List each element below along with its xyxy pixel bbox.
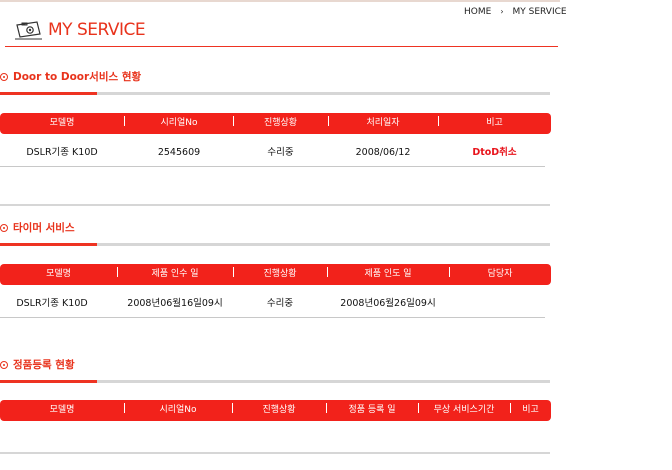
title-bar: MY SERVICE xyxy=(5,18,558,47)
col-model: 모델명 xyxy=(49,118,75,128)
section-rule xyxy=(0,380,550,383)
timer-table-header: 모델명 제품 인수 일 진행상황 제품 인도 일 담당자 xyxy=(0,264,551,285)
col-staff: 담당자 xyxy=(487,269,513,279)
col-free-service-period: 무상 서비스기간 xyxy=(433,405,495,415)
breadcrumb-separator: › xyxy=(500,7,504,16)
col-serial: 시리얼No xyxy=(159,405,197,415)
registration-title: 정품등록 현황 xyxy=(13,359,75,371)
cell-serial: 2545609 xyxy=(157,147,201,158)
col-register-date: 정품 등록 일 xyxy=(348,405,396,415)
registration-heading: 정품등록 현황 xyxy=(0,357,75,373)
col-note: 비고 xyxy=(522,405,539,415)
door-to-door-section: Door to Door서비스 현황 모델명 시리얼No 진행상황 처리일자 비… xyxy=(0,69,560,179)
cell-status: 수리중 xyxy=(266,298,294,309)
camera-icon xyxy=(15,21,42,40)
section-rule xyxy=(0,92,550,95)
door-to-door-table-header: 모델명 시리얼No 진행상황 처리일자 비고 xyxy=(0,113,551,134)
section-rule xyxy=(0,243,550,246)
door-to-door-title: Door to Door서비스 현황 xyxy=(13,71,142,83)
col-status: 진행상황 xyxy=(263,269,297,279)
table-row: DSLR기종 K10D 2545609 수리중 2008/06/12 DtoD취… xyxy=(0,139,545,167)
registration-section: 정품등록 현황 모델명 시리얼No 진행상황 정품 등록 일 무상 서비스기간 … xyxy=(0,357,560,457)
bullet-icon xyxy=(0,224,8,232)
col-status: 진행상황 xyxy=(263,118,298,128)
dtod-cancel-link[interactable]: DtoD취소 xyxy=(438,139,551,166)
page-title: MY SERVICE xyxy=(48,20,146,40)
breadcrumb: HOME › MY SERVICE xyxy=(464,7,567,17)
cell-model: DSLR기종 K10D xyxy=(26,147,98,158)
door-to-door-heading: Door to Door서비스 현황 xyxy=(0,69,141,85)
timer-service-heading: 타이머 서비스 xyxy=(0,220,75,236)
section-divider xyxy=(0,452,550,454)
col-model: 모델명 xyxy=(49,405,75,415)
cell-staff xyxy=(449,290,551,317)
table-row: DSLR기종 K10D 2008년06월16일09시 수리중 2008년06월2… xyxy=(0,290,545,318)
cell-model: DSLR기종 K10D xyxy=(16,298,88,309)
bullet-icon xyxy=(0,73,8,81)
breadcrumb-current: MY SERVICE xyxy=(512,7,567,17)
col-status: 진행상황 xyxy=(262,405,296,415)
cell-date: 2008/06/12 xyxy=(355,147,411,158)
section-rule-accent xyxy=(0,243,97,246)
col-model: 모델명 xyxy=(46,269,71,279)
section-divider xyxy=(0,204,550,206)
col-receive-date: 제품 인수 일 xyxy=(151,269,199,279)
col-delivery-date: 제품 인도 일 xyxy=(364,269,412,279)
registration-table-header: 모델명 시리얼No 진행상황 정품 등록 일 무상 서비스기간 비고 xyxy=(0,400,551,421)
breadcrumb-home-link[interactable]: HOME xyxy=(464,7,491,17)
timer-service-section: 타이머 서비스 모델명 제품 인수 일 진행상황 제품 인도 일 담당자 DSL… xyxy=(0,220,560,330)
bullet-icon xyxy=(0,361,8,369)
col-date: 처리일자 xyxy=(366,118,400,128)
col-serial: 시리얼No xyxy=(160,118,198,128)
col-note: 비고 xyxy=(486,118,503,128)
section-rule-accent xyxy=(0,380,97,383)
section-rule-accent xyxy=(0,92,97,95)
cell-delivery-date: 2008년06월26일09시 xyxy=(340,298,436,309)
timer-service-title: 타이머 서비스 xyxy=(13,222,75,234)
cell-receive-date: 2008년06월16일09시 xyxy=(127,298,223,309)
cell-status: 수리중 xyxy=(267,147,294,158)
top-rule xyxy=(0,0,560,2)
